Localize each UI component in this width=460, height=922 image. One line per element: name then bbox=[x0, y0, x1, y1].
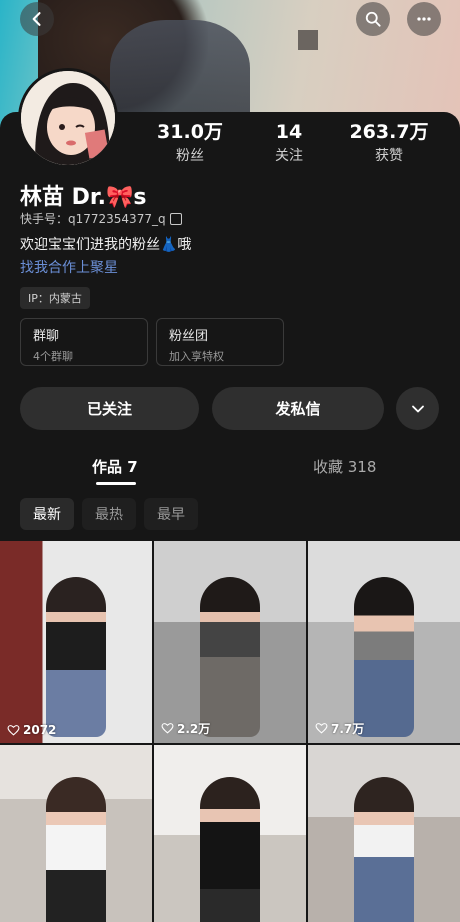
video-thumbnail[interactable] bbox=[0, 745, 152, 922]
stats-row: 31.0万 粉丝 14 关注 263.7万 获赞 bbox=[150, 120, 450, 170]
more-button[interactable] bbox=[407, 2, 441, 36]
group-chat-title: 群聊 bbox=[33, 329, 60, 344]
video-thumbnail[interactable] bbox=[308, 745, 460, 922]
thumbnail-figure bbox=[354, 777, 414, 922]
cooperate-link[interactable]: 找我合作上聚星 bbox=[20, 257, 118, 277]
thumbnail-figure bbox=[46, 777, 106, 922]
stat-value: 14 bbox=[275, 121, 303, 143]
stat-following[interactable]: 14 关注 bbox=[250, 120, 328, 166]
avatar[interactable] bbox=[18, 68, 118, 168]
stat-label: 关注 bbox=[275, 148, 303, 164]
filter-newest[interactable]: 最新 bbox=[20, 498, 74, 530]
fan-club-subtitle: 加入享特权 bbox=[169, 350, 224, 363]
filter-earliest[interactable]: 最早 bbox=[144, 498, 198, 530]
group-chat-subtitle: 4个群聊 bbox=[33, 350, 73, 363]
stat-value: 31.0万 bbox=[157, 121, 223, 143]
profile-name: 林苗 Dr.🎀s bbox=[20, 185, 147, 210]
like-count-value: 2072 bbox=[23, 723, 57, 737]
like-count: 7.7万 bbox=[315, 720, 364, 737]
thumbnail-figure bbox=[354, 577, 414, 738]
chevron-down-icon bbox=[411, 405, 424, 412]
stat-value: 263.7万 bbox=[349, 121, 429, 143]
video-thumbnail[interactable]: 7.7万 bbox=[308, 541, 460, 743]
search-icon bbox=[365, 11, 381, 27]
kuaishou-id-row[interactable]: 快手号：q1772354377_q bbox=[20, 210, 182, 227]
thumbnail-figure bbox=[200, 777, 260, 922]
video-grid: 2072 2.2万 7.7万 bbox=[0, 541, 460, 922]
like-count: 2.2万 bbox=[161, 720, 210, 737]
cover-wall-item bbox=[298, 30, 318, 50]
search-button[interactable] bbox=[356, 2, 390, 36]
ip-location-badge: IP：内蒙古 bbox=[20, 287, 90, 309]
followed-button[interactable]: 已关注 bbox=[20, 387, 199, 430]
copy-icon[interactable] bbox=[169, 212, 182, 225]
video-thumbnail[interactable]: 2.2万 bbox=[154, 541, 306, 743]
video-thumbnail[interactable] bbox=[154, 745, 306, 922]
heart-icon bbox=[161, 723, 174, 734]
tab-works[interactable]: 作品 7 bbox=[92, 456, 138, 477]
fan-club-title: 粉丝团 bbox=[169, 329, 209, 344]
profile-bio: 欢迎宝宝们进我的粉丝👗哦 bbox=[20, 237, 192, 253]
send-message-button[interactable]: 发私信 bbox=[212, 387, 384, 430]
expand-button[interactable] bbox=[396, 387, 439, 430]
stat-likes[interactable]: 263.7万 获赞 bbox=[344, 120, 434, 166]
sort-filters: 最新 最热 最早 bbox=[20, 498, 198, 530]
content-tabs: 作品 7 收藏 318 bbox=[0, 448, 460, 488]
fan-club-card[interactable]: 粉丝团 加入享特权 bbox=[156, 318, 284, 366]
thumbnail-figure bbox=[200, 577, 260, 738]
filter-hottest[interactable]: 最热 bbox=[82, 498, 136, 530]
stat-followers[interactable]: 31.0万 粉丝 bbox=[150, 120, 230, 166]
thumbnail-figure bbox=[46, 577, 106, 738]
tab-favorites[interactable]: 收藏 318 bbox=[313, 456, 376, 477]
like-count-value: 2.2万 bbox=[177, 722, 211, 736]
like-count-value: 7.7万 bbox=[331, 722, 365, 736]
more-icon bbox=[417, 17, 431, 21]
heart-icon bbox=[315, 723, 328, 734]
stat-label: 粉丝 bbox=[176, 148, 204, 164]
video-thumbnail[interactable]: 2072 bbox=[0, 541, 152, 743]
heart-icon bbox=[7, 724, 20, 736]
like-count: 2072 bbox=[7, 723, 56, 737]
active-tab-indicator bbox=[96, 482, 136, 485]
stat-label: 获赞 bbox=[375, 148, 403, 164]
group-chat-card[interactable]: 群聊 4个群聊 bbox=[20, 318, 148, 366]
back-arrow-icon bbox=[32, 12, 41, 26]
kuaishou-id: 快手号：q1772354377_q bbox=[20, 212, 166, 226]
back-button[interactable] bbox=[20, 2, 54, 36]
